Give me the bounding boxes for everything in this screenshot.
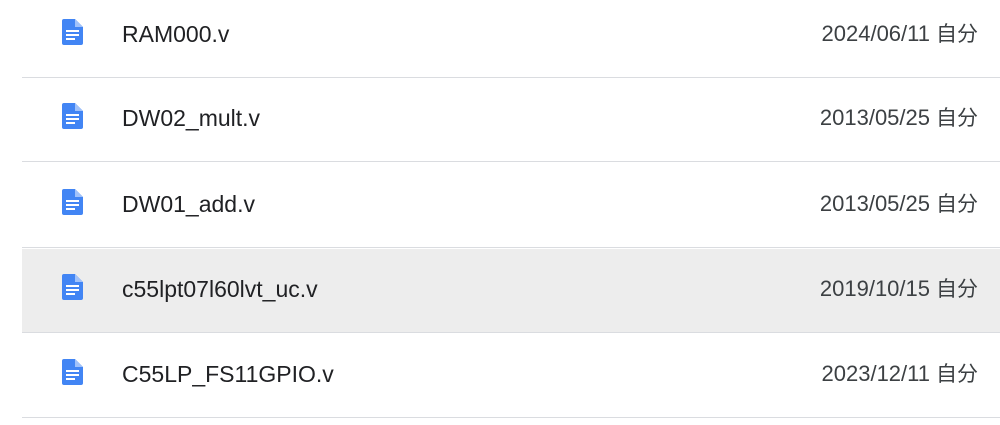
file-name[interactable]: DW01_add.v [122, 164, 255, 248]
modified-date: 2013/05/25 [819, 105, 930, 130]
file-row-dw01-add[interactable]: DW01_add.v 2013/05/25 自分 [22, 164, 1000, 248]
file-name[interactable]: DW02_mult.v [122, 78, 260, 162]
modified-by: 自分 [936, 192, 978, 216]
doc-icon [62, 189, 83, 215]
file-row-ram000[interactable]: RAM000.v 2024/06/11 自分 [22, 0, 1000, 78]
file-row-c55lp-fs11gpio[interactable]: C55LP_FS11GPIO.v 2023/12/11 自分 [22, 334, 1000, 418]
file-list: RAM000.v 2024/06/11 自分 DW02_mult.v 2013/0… [0, 0, 1000, 425]
modified-date: 2019/10/15 [819, 276, 930, 301]
doc-icon [62, 359, 83, 385]
file-name[interactable]: RAM000.v [122, 0, 229, 78]
file-row-dw02-mult[interactable]: DW02_mult.v 2013/05/25 自分 [22, 78, 1000, 162]
file-modified: 2024/06/11 自分 [822, 0, 978, 78]
file-name[interactable]: C55LP_FS11GPIO.v [122, 334, 334, 418]
doc-icon [62, 103, 83, 129]
file-name[interactable]: c55lpt07l60lvt_uc.v [122, 249, 318, 333]
doc-icon [62, 274, 83, 300]
modified-date: 2013/05/25 [819, 191, 930, 216]
file-modified: 2019/10/15 自分 [820, 249, 978, 333]
file-modified: 2023/12/11 自分 [822, 334, 978, 418]
modified-by: 自分 [936, 277, 978, 301]
file-modified: 2013/05/25 自分 [820, 164, 978, 248]
modified-by: 自分 [936, 22, 978, 46]
file-modified: 2013/05/25 自分 [820, 78, 978, 162]
file-row-c55lpt07l60lvt-uc[interactable]: c55lpt07l60lvt_uc.v 2019/10/15 自分 [22, 249, 1000, 333]
doc-icon [62, 19, 83, 45]
modified-by: 自分 [936, 362, 978, 386]
modified-date: 2023/12/11 [821, 361, 930, 386]
modified-date: 2024/06/11 [821, 21, 930, 46]
modified-by: 自分 [936, 106, 978, 130]
